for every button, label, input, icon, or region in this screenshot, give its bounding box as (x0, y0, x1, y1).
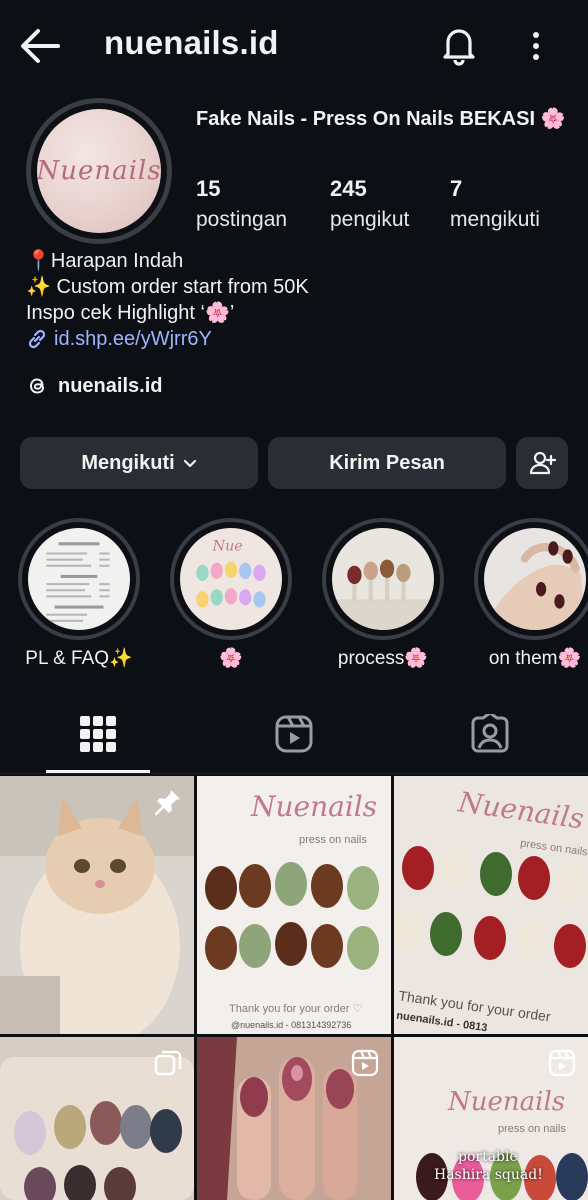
stat-following-label: mengikuti (450, 208, 540, 231)
post-hashira-nails-reel[interactable]: Nuenails press on nails portable Hashira… (394, 1037, 588, 1200)
grid-icon[interactable] (78, 714, 118, 754)
bio-line-highlight: Inspo cek Highlight ‘🌸’ (26, 302, 235, 324)
bell-icon[interactable] (440, 24, 478, 66)
post-brand: Nuenails (251, 790, 378, 823)
stat-following-value: 7 (450, 176, 463, 201)
highlight-thumbnail (484, 528, 586, 630)
message-button-label: Kirim Pesan (329, 451, 445, 474)
threads-handle: nuenails.id (58, 374, 163, 397)
profile-username: nuenails.id (104, 24, 279, 61)
profile-bio: 📍Harapan Indah ✨ Custom order start from… (26, 248, 309, 352)
stat-followers-label: pengikut (330, 208, 410, 231)
threads-icon (29, 378, 45, 394)
message-button[interactable]: Kirim Pesan (268, 437, 506, 489)
stat-followers[interactable]: 245 pengikut (330, 174, 409, 236)
post-brand-sub: press on nails (299, 834, 367, 846)
post-overlay-line2: Hashira squad! (434, 1167, 543, 1183)
bio-line-custom-order: ✨ Custom order start from 50K (26, 276, 309, 298)
post-cat-photo[interactable] (0, 776, 194, 1034)
highlight-label: 🌸 (219, 648, 243, 669)
add-user-button[interactable] (516, 437, 568, 489)
following-button[interactable]: Mengikuti (20, 437, 258, 489)
post-footer: @nuenails.id - 081314392736 (231, 1020, 352, 1030)
post-brand: Nuenails (456, 785, 586, 836)
reel-icon (351, 1049, 379, 1077)
add-user-icon (529, 451, 557, 475)
avatar-logo: Nuenails (37, 109, 161, 233)
bio-line-location: 📍Harapan Indah (26, 250, 184, 272)
stat-posts-value: 15 (196, 176, 221, 201)
bio-link[interactable]: id.shp.ee/yWjrr6Y (26, 326, 309, 352)
stat-followers-value: 245 (330, 176, 367, 201)
highlight-label: PL & FAQ✨ (25, 648, 133, 669)
chevron-down-icon (183, 459, 196, 468)
highlight-pl-faq[interactable]: PL & FAQ✨ (16, 518, 142, 670)
post-thanks: Thank you for your order ♡ (229, 1003, 363, 1015)
highlight-ring (18, 518, 140, 640)
highlight-thumbnail (28, 528, 130, 630)
carousel-icon (154, 1050, 182, 1076)
highlight-ring (474, 518, 588, 640)
post-leopard-nails[interactable]: Nuenails press on nails Thank you for yo… (197, 776, 391, 1034)
post-case-nails[interactable] (0, 1037, 194, 1200)
active-tab-indicator (46, 770, 150, 773)
pin-icon (154, 790, 180, 816)
highlight-sakura[interactable]: Nue 🌸 (168, 518, 294, 670)
stat-posts[interactable]: 15 postingan (196, 174, 287, 236)
threads-badge[interactable]: nuenails.id (26, 374, 162, 398)
kebab-menu-icon[interactable] (524, 28, 548, 64)
avatar-brand-text: Nuenails (37, 156, 161, 186)
top-bar: nuenails.id (0, 0, 588, 92)
post-overlay-line1: portable (458, 1149, 518, 1165)
reel-icon (548, 1049, 576, 1077)
post-brand-sub: press on nails (498, 1123, 566, 1135)
post-chrome-nails-reel[interactable] (197, 1037, 391, 1200)
highlight-label: process🌸 (337, 648, 429, 669)
highlight-ring (322, 518, 444, 640)
profile-tabs (0, 700, 588, 774)
highlight-ring: Nue (170, 518, 292, 640)
link-icon (28, 329, 46, 349)
following-button-label: Mengikuti (81, 451, 175, 474)
highlight-on-them[interactable]: on them🌸 (472, 518, 588, 670)
back-arrow-icon[interactable] (18, 26, 62, 66)
post-christmas-nails[interactable]: Nuenails press on nails Thank you for yo… (394, 776, 588, 1034)
bio-link-text: id.shp.ee/yWjrr6Y (54, 328, 212, 350)
reels-icon[interactable] (274, 714, 314, 754)
highlight-thumbnail (332, 528, 434, 630)
stat-posts-label: postingan (196, 208, 288, 231)
highlight-thumbnail: Nue (180, 528, 282, 630)
highlight-label: on them🌸 (488, 648, 582, 669)
post-brand: Nuenails (448, 1087, 566, 1117)
stat-following[interactable]: 7 mengikuti (450, 174, 540, 236)
profile-avatar[interactable]: Nuenails (26, 98, 172, 244)
tagged-icon[interactable] (470, 714, 510, 754)
svg-text:Nue: Nue (212, 538, 243, 554)
highlight-process[interactable]: process🌸 (320, 518, 446, 670)
profile-full-name: Fake Nails - Press On Nails BEKASI 🌸 (196, 108, 566, 130)
